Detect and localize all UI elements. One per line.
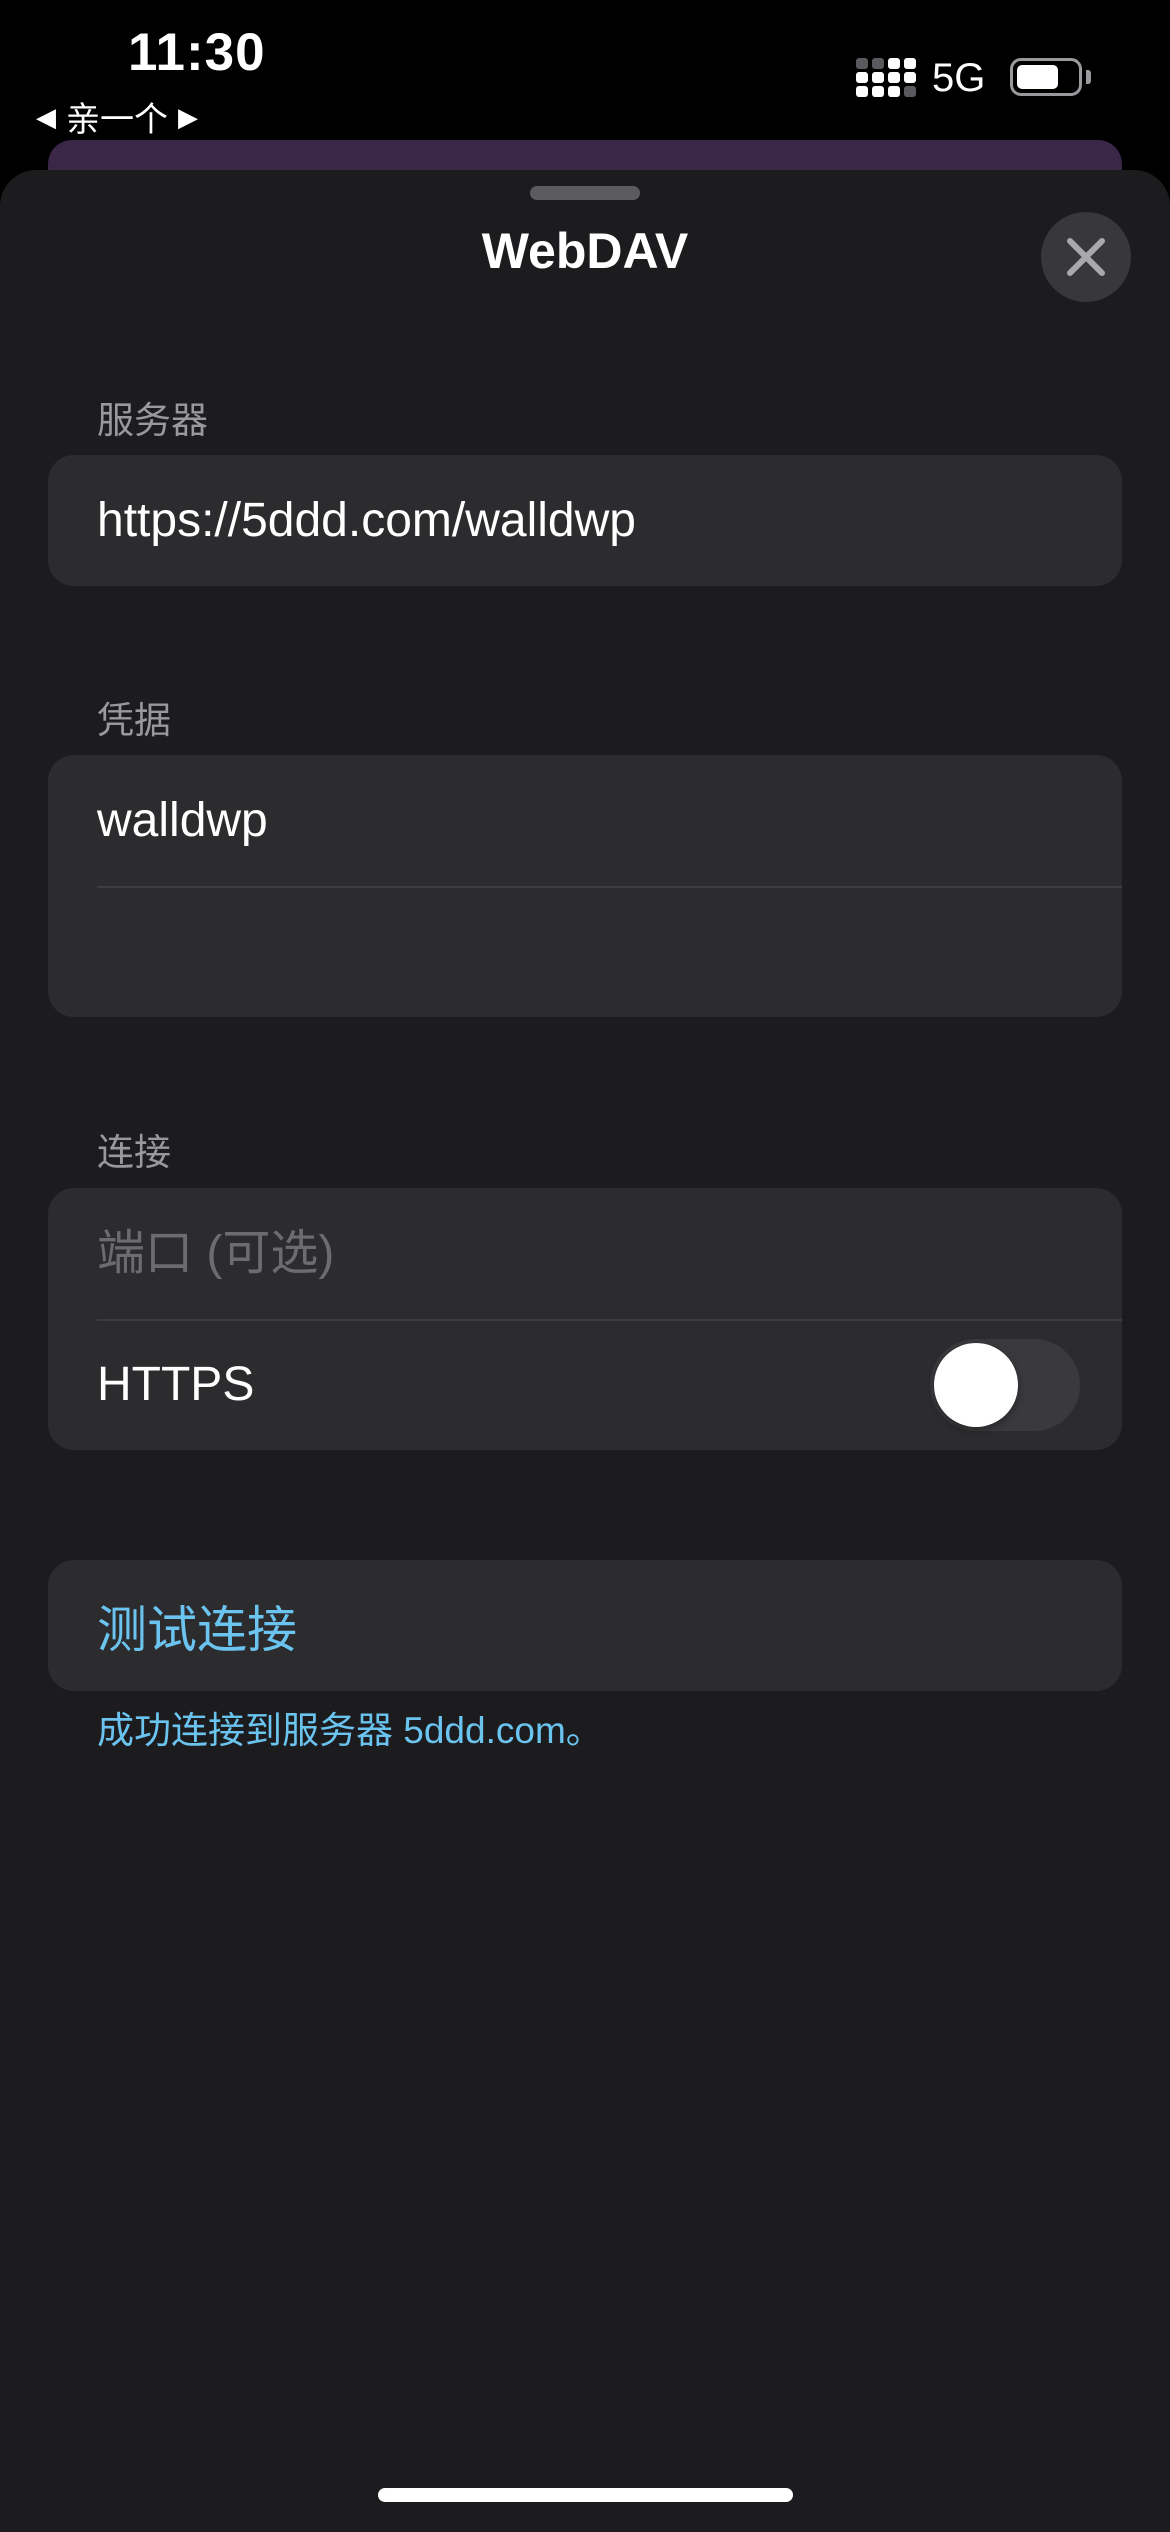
port-row[interactable] <box>48 1188 1122 1319</box>
credentials-section-label: 凭据 <box>97 700 171 741</box>
toggle-knob <box>934 1343 1018 1427</box>
screen: 11:30 ◀ 亲一个 ▶ 5G WebDAV 服务器 https://5ddd… <box>0 0 1170 2532</box>
battery-fill <box>1017 65 1058 89</box>
back-app-label: 亲一个 <box>66 101 168 139</box>
test-connection-button[interactable]: 测试连接 <box>48 1560 1122 1691</box>
server-group <box>48 455 1122 586</box>
username-row[interactable] <box>48 755 1122 886</box>
back-triangle-icon: ◀ <box>36 101 56 132</box>
sheet-grabber[interactable] <box>530 186 640 200</box>
test-group: 测试连接 <box>48 1560 1122 1691</box>
sheet-title: WebDAV <box>481 223 689 279</box>
connection-section-label: 连接 <box>97 1132 171 1173</box>
server-url-row[interactable] <box>48 455 1122 586</box>
home-indicator[interactable] <box>378 2488 793 2502</box>
back-to-app-button[interactable]: ◀ 亲一个 ▶ <box>36 92 198 141</box>
server-url-input[interactable] <box>97 493 1122 548</box>
battery-cap <box>1086 70 1091 84</box>
password-input[interactable] <box>97 924 1122 979</box>
forward-triangle-icon: ▶ <box>178 101 198 132</box>
cellular-signal-icon <box>856 58 916 97</box>
username-input[interactable] <box>97 793 1122 848</box>
server-section-label: 服务器 <box>97 400 208 441</box>
port-input[interactable] <box>97 1226 1122 1281</box>
https-toggle[interactable] <box>930 1339 1080 1431</box>
test-result-message: 成功连接到服务器 5ddd.com。 <box>97 1710 603 1751</box>
status-time: 11:30 <box>128 23 266 82</box>
close-icon <box>1067 238 1105 276</box>
https-row: HTTPS <box>48 1319 1122 1450</box>
connection-group: HTTPS <box>48 1188 1122 1450</box>
close-button[interactable] <box>1041 212 1131 302</box>
battery-icon <box>1010 58 1082 96</box>
https-label: HTTPS <box>97 1358 255 1411</box>
webdav-sheet: WebDAV 服务器 凭据 连接 <box>0 170 1170 2532</box>
credentials-group <box>48 755 1122 1017</box>
password-row[interactable] <box>48 886 1122 1017</box>
network-type: 5G <box>932 56 986 100</box>
